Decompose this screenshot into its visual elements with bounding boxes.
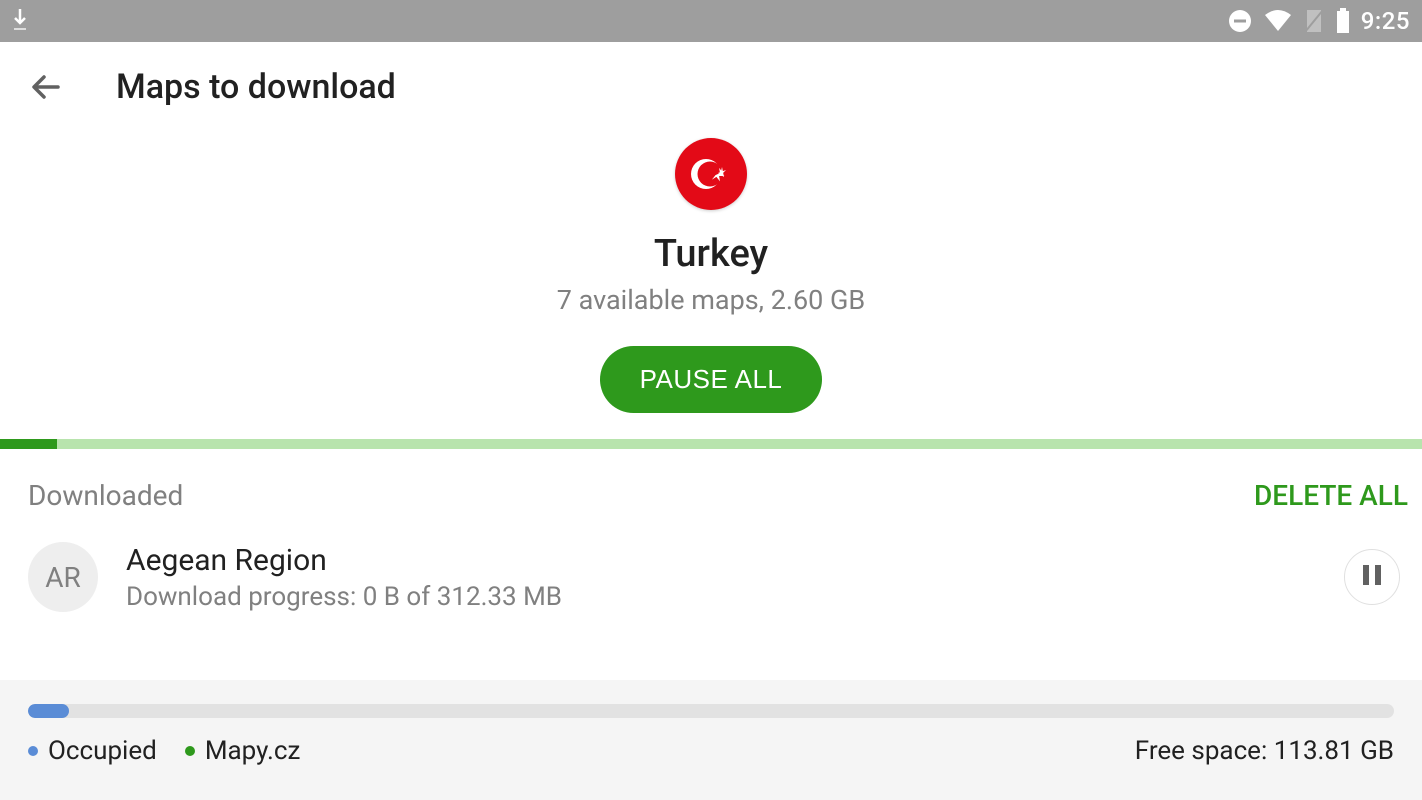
legend-app-label: Mapy.cz [205, 736, 301, 766]
downloaded-label: Downloaded [28, 479, 183, 512]
page-title: Maps to download [116, 67, 396, 107]
dot-occupied-icon [28, 746, 38, 756]
legend-app: Mapy.cz [185, 736, 301, 766]
app-bar: Maps to download [0, 42, 1422, 132]
free-space-label: Free space: 113.81 GB [1135, 736, 1394, 766]
dnd-icon [1227, 8, 1253, 34]
storage-usage-bar [28, 704, 1394, 718]
pause-item-button[interactable] [1344, 549, 1400, 605]
downloads-list: AR Aegean Region Download progress: 0 B … [0, 512, 1422, 680]
country-subtitle: 7 available maps, 2.60 GB [557, 284, 866, 316]
region-progress-text: Download progress: 0 B of 312.33 MB [126, 582, 1316, 612]
storage-footer: Occupied Mapy.cz Free space: 113.81 GB [0, 680, 1422, 800]
country-flag-icon [675, 138, 747, 210]
dot-app-icon [185, 746, 195, 756]
back-button[interactable] [28, 67, 68, 107]
country-name: Turkey [654, 232, 768, 276]
country-hero: Turkey 7 available maps, 2.60 GB PAUSE A… [0, 132, 1422, 439]
downloaded-section-header: Downloaded DELETE ALL [0, 449, 1422, 512]
status-time: 9:25 [1361, 7, 1410, 35]
legend-occupied: Occupied [28, 736, 157, 766]
pause-all-button[interactable]: PAUSE ALL [600, 346, 823, 413]
wifi-icon [1263, 9, 1293, 33]
battery-icon [1335, 8, 1351, 34]
delete-all-button[interactable]: DELETE ALL [1254, 479, 1408, 512]
download-notification-icon [12, 7, 28, 35]
pause-icon [1361, 563, 1383, 591]
overall-progress-fill [0, 439, 57, 449]
status-bar: 9:25 [0, 0, 1422, 42]
legend-occupied-label: Occupied [48, 736, 157, 766]
region-avatar: AR [28, 542, 98, 612]
storage-occupied-fill [28, 704, 69, 718]
overall-progress-bar [0, 439, 1422, 449]
list-item[interactable]: AR Aegean Region Download progress: 0 B … [0, 512, 1422, 612]
region-title: Aegean Region [126, 543, 1316, 578]
no-sim-icon [1303, 8, 1325, 34]
